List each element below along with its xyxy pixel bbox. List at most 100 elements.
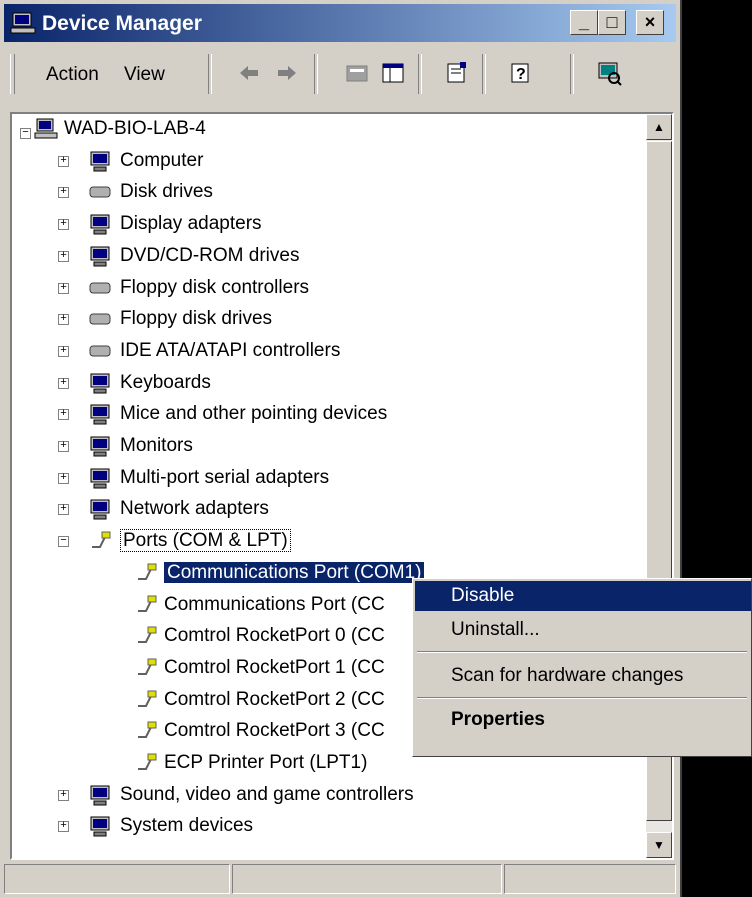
tree-category[interactable]: Sound, video and game controllers [120, 780, 414, 810]
device-manager-window: Device Manager _ □ × Action View ? − WAD… [0, 0, 682, 897]
toolbar-separator [208, 54, 212, 94]
category-6-icon [89, 345, 111, 357]
tree-item-label: Sound, video and game controllers [120, 783, 414, 805]
expand-toggle[interactable]: + [58, 345, 69, 357]
category-12-icon [92, 531, 111, 549]
category-5-icon [89, 313, 111, 325]
port-5-icon [138, 721, 157, 739]
context-menu: Disable Uninstall... Scan for hardware c… [412, 578, 752, 757]
tree-item-label: Comtrol RocketPort 0 (CC [164, 625, 385, 647]
tree-item-label: Communications Port (CC [164, 593, 385, 615]
tree-item-label: DVD/CD-ROM drives [120, 244, 300, 266]
device-manager-icon [10, 12, 36, 34]
tree-category[interactable]: DVD/CD-ROM drives [120, 241, 299, 271]
collapse-root-toggle[interactable]: − [20, 128, 31, 139]
menu-view[interactable]: View [124, 64, 165, 86]
tree-category[interactable]: Monitors [120, 431, 193, 461]
menu-scan-hardware[interactable]: Scan for hardware changes [415, 661, 751, 691]
tree-port-item[interactable]: Comtrol RocketPort 2 (CC [164, 685, 385, 715]
expand-toggle[interactable]: + [58, 282, 69, 294]
tree-category[interactable]: Floppy disk drives [120, 304, 272, 334]
show-hide-tree-icon[interactable] [380, 60, 406, 86]
status-panel [232, 864, 502, 894]
collapse-toggle[interactable]: − [58, 536, 69, 548]
port-0-icon [138, 563, 157, 580]
tree-item-label: Floppy disk controllers [120, 276, 310, 298]
status-panel [4, 864, 230, 894]
toolbar: Action View ? [4, 46, 676, 102]
menu-separator [417, 651, 747, 653]
category-3-icon [90, 246, 110, 267]
expand-toggle[interactable]: + [58, 155, 69, 167]
category-9-icon [90, 436, 110, 457]
port-6-icon [138, 753, 157, 770]
status-bar [4, 864, 676, 894]
expand-toggle[interactable]: + [58, 250, 69, 262]
tree-category[interactable]: Ports (COM & LPT) [120, 526, 291, 556]
port-2-icon [138, 626, 157, 644]
expand-toggle[interactable]: + [58, 441, 69, 452]
expand-toggle[interactable]: + [58, 409, 69, 421]
menu-disable[interactable]: Disable [415, 581, 751, 611]
menu-disable-label: Disable [451, 585, 515, 606]
tree-port-item[interactable]: Comtrol RocketPort 0 (CC [164, 621, 385, 651]
properties-icon[interactable] [444, 60, 470, 86]
category-11-icon [90, 499, 110, 520]
maximize-button[interactable]: □ [598, 10, 626, 35]
menu-uninstall[interactable]: Uninstall... [415, 615, 751, 645]
expand-toggle[interactable]: + [58, 219, 69, 231]
tree-item-label: Comtrol RocketPort 2 (CC [164, 688, 385, 710]
tree-category[interactable]: IDE ATA/ATAPI controllers [120, 336, 340, 366]
tree-item-label: Floppy disk drives [120, 308, 273, 330]
scroll-down-button[interactable]: ▼ [646, 832, 672, 858]
tree-category[interactable]: Keyboards [120, 368, 211, 398]
category-4-icon [89, 282, 111, 293]
menu-properties[interactable]: Properties [415, 705, 751, 735]
menu-action[interactable]: Action [46, 64, 99, 86]
expand-toggle[interactable]: + [58, 504, 69, 516]
tree-root[interactable]: WAD-BIO-LAB-4 [64, 114, 206, 144]
minimize-button[interactable]: _ [570, 10, 598, 35]
expand-toggle[interactable]: + [58, 472, 69, 484]
scan-hardware-icon[interactable] [596, 60, 622, 86]
tree-item-label: Computer [120, 149, 204, 171]
expand-toggle[interactable]: + [58, 377, 69, 389]
forward-icon[interactable] [274, 60, 300, 86]
computer-icon [34, 118, 58, 139]
menu-uninstall-label: Uninstall... [451, 619, 540, 640]
back-icon[interactable] [236, 60, 262, 86]
tree-item-label: Disk drives [120, 181, 213, 203]
scroll-up-button[interactable]: ▲ [646, 114, 672, 140]
toolbar-grip [10, 54, 15, 94]
title-bar[interactable]: Device Manager _ □ × [4, 4, 676, 42]
tree-category[interactable]: Computer [120, 146, 203, 176]
tree-category[interactable]: Floppy disk controllers [120, 273, 309, 303]
tree-item-label: Multi-port serial adapters [120, 466, 330, 488]
expand-toggle[interactable]: + [58, 187, 69, 199]
tree-port-item[interactable]: Communications Port (CC [164, 590, 385, 620]
expand-toggle[interactable]: + [58, 821, 69, 833]
tree-category[interactable]: Multi-port serial adapters [120, 463, 329, 493]
tree-category[interactable]: System devices [120, 811, 253, 841]
expand-toggle[interactable]: + [58, 789, 69, 801]
up-folder-icon[interactable] [344, 60, 370, 86]
port-4-icon [138, 690, 157, 707]
tree-port-item[interactable]: Comtrol RocketPort 3 (CC [164, 716, 385, 746]
tree-port-item[interactable]: Communications Port (COM1) [164, 558, 425, 588]
tree-port-item[interactable]: ECP Printer Port (LPT1) [164, 748, 367, 778]
tree-item-label: System devices [120, 815, 254, 837]
tree-port-item[interactable]: Comtrol RocketPort 1 (CC [164, 653, 385, 683]
expand-toggle[interactable]: + [58, 314, 69, 326]
tree-category[interactable]: Network adapters [120, 494, 269, 524]
tree-item-label: Communications Port (COM1) [164, 561, 425, 583]
tree-category[interactable]: Mice and other pointing devices [120, 399, 387, 429]
category-0-icon [90, 151, 110, 172]
toolbar-separator [482, 54, 486, 94]
tree-item-label: Display adapters [120, 213, 262, 235]
help-icon[interactable]: ? [508, 60, 534, 86]
category-8-icon [90, 404, 110, 425]
tree-category[interactable]: Disk drives [120, 177, 213, 207]
tree-item-label: Keyboards [120, 371, 211, 393]
close-button[interactable]: × [636, 10, 664, 35]
tree-category[interactable]: Display adapters [120, 209, 262, 239]
